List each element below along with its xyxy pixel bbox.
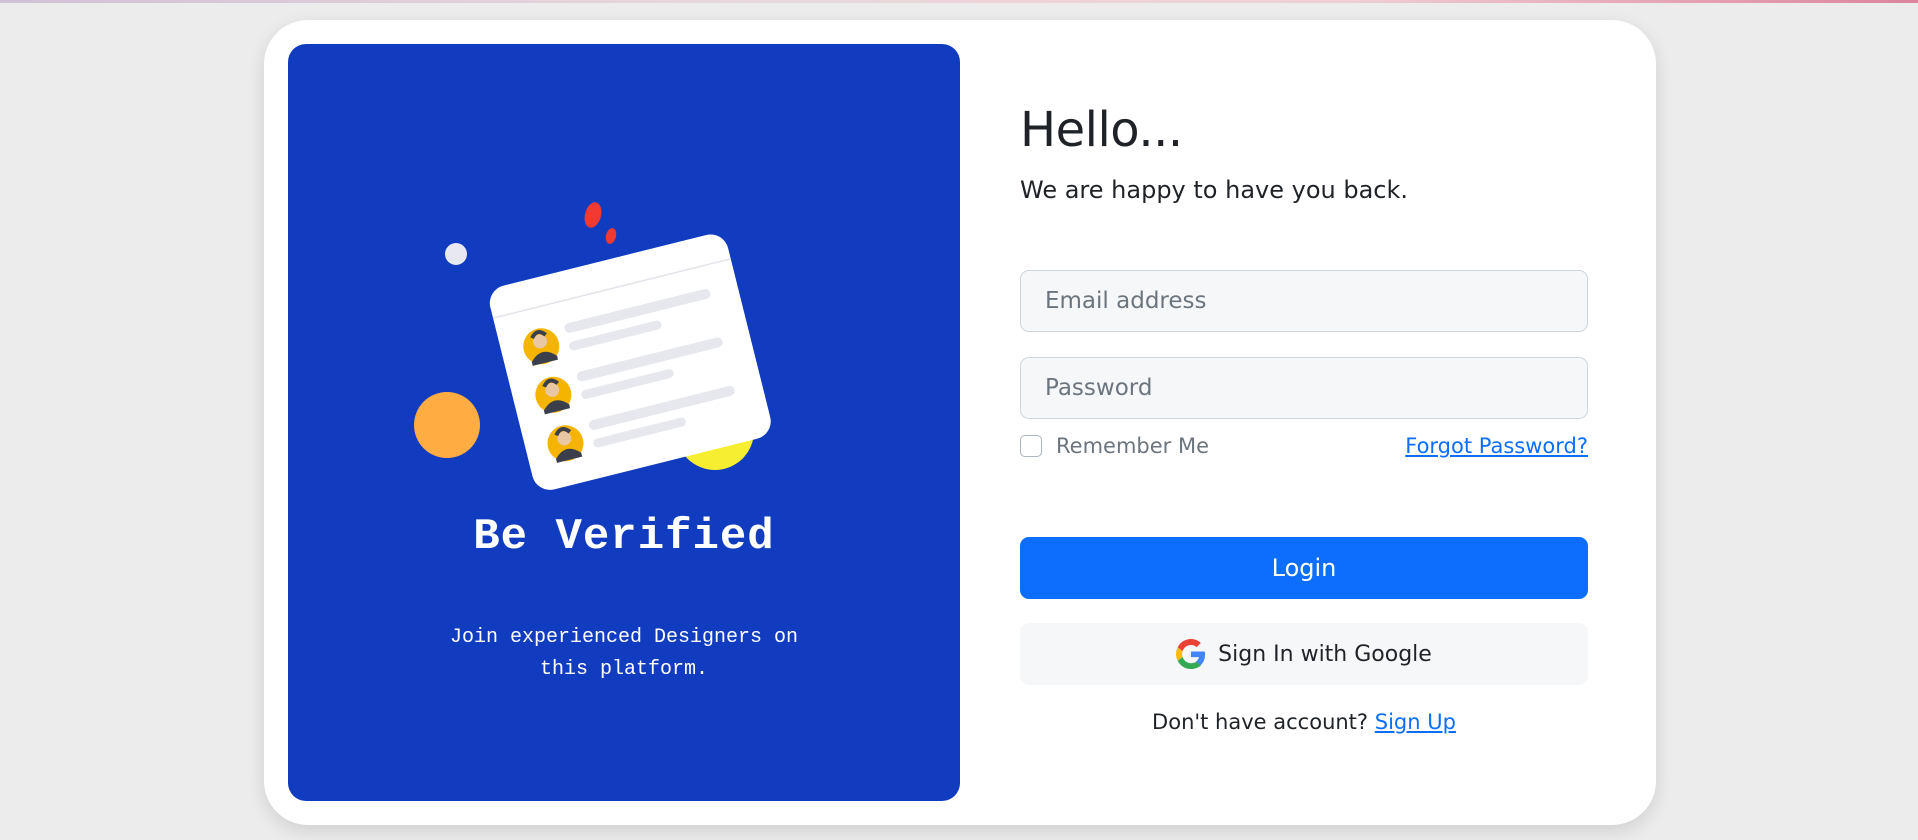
decor-drop-icon xyxy=(584,202,602,228)
hero-subtitle-line: this platform. xyxy=(539,658,709,681)
browser-top-strip xyxy=(0,0,1918,3)
login-button-label: Login xyxy=(1271,554,1337,582)
signup-prompt: Don't have account? xyxy=(1152,710,1369,734)
google-sign-in-label: Sign In with Google xyxy=(1218,641,1432,667)
google-sign-in-button[interactable]: Sign In with Google xyxy=(1020,623,1588,685)
login-button[interactable]: Login xyxy=(1020,537,1588,599)
hero-title: Be Verified xyxy=(473,512,775,562)
remember-me-checkbox[interactable] xyxy=(1020,435,1042,457)
forgot-password-link[interactable]: Forgot Password? xyxy=(1405,434,1588,458)
decor-drop-small-icon xyxy=(605,228,617,244)
remember-me-label[interactable]: Remember Me xyxy=(1056,434,1209,458)
remember-row: Remember Me Forgot Password? xyxy=(1020,432,1588,462)
login-form: Hello... We are happy to have you back. … xyxy=(1020,20,1588,825)
login-card: Be Verified Join experienced Designers o… xyxy=(264,20,1656,825)
greeting-title: Hello... xyxy=(1020,102,1183,158)
hero-subtitle: Join experienced Designers on this platf… xyxy=(288,622,960,686)
hero-subtitle-line: Join experienced Designers on xyxy=(449,626,799,649)
decor-dot-icon xyxy=(445,243,467,265)
email-input[interactable] xyxy=(1020,270,1588,332)
signup-row: Don't have account? Sign Up xyxy=(1020,710,1588,734)
hero-panel: Be Verified Join experienced Designers o… xyxy=(288,44,960,801)
verified-users-illustration xyxy=(414,202,771,490)
google-icon xyxy=(1176,639,1206,669)
decor-orange-circle-icon xyxy=(414,392,480,458)
greeting-subtitle: We are happy to have you back. xyxy=(1020,176,1409,204)
sign-up-link[interactable]: Sign Up xyxy=(1375,710,1456,734)
password-input[interactable] xyxy=(1020,357,1588,419)
